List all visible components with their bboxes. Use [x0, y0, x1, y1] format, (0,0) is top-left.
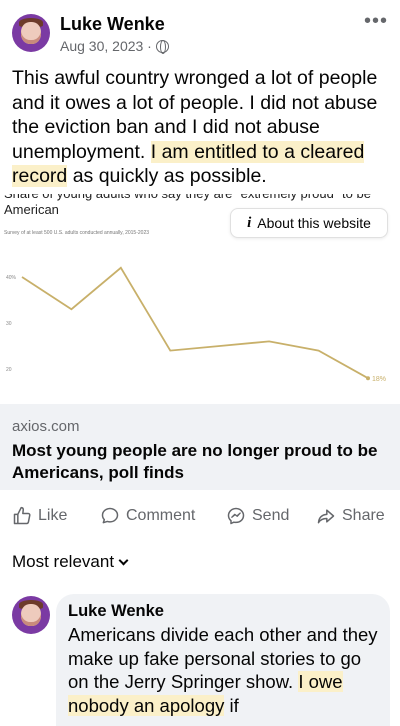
comment-button[interactable]: Comment: [100, 506, 195, 526]
comment-text-tail: if: [224, 694, 239, 716]
end-value-label: 18%: [372, 376, 386, 383]
comment-icon: [101, 507, 119, 524]
comment-author[interactable]: Luke Wenke: [68, 602, 378, 621]
comment-bubble: Luke Wenke Americans divide each other a…: [56, 594, 390, 726]
y-tick-label: 30: [6, 321, 12, 327]
avatar-face: [21, 22, 41, 44]
post-text-tail: as quickly as possible.: [67, 165, 267, 187]
series-line: [21, 266, 369, 379]
post-actions: Like Comment Send Share: [0, 496, 400, 536]
post-text: This awful country wronged a lot of peop…: [12, 66, 392, 189]
share-arrow-icon: [317, 509, 335, 524]
comment-text: Americans divide each other and they mak…: [68, 623, 378, 717]
like-button[interactable]: Like: [12, 506, 67, 526]
link-preview-image[interactable]: Share of young adults who say they are "…: [0, 194, 400, 404]
messenger-icon: [227, 507, 245, 525]
post-meta: Aug 30, 2023 ·: [60, 38, 169, 54]
commenter-avatar[interactable]: [12, 596, 50, 634]
send-button[interactable]: Send: [226, 506, 289, 526]
post-date[interactable]: Aug 30, 2023 ·: [60, 38, 152, 54]
info-icon: i: [247, 214, 252, 231]
end-point-marker: [366, 376, 370, 381]
like-label: Like: [38, 507, 68, 524]
author-name[interactable]: Luke Wenke: [60, 14, 165, 35]
thumbs-up-icon: [13, 506, 31, 525]
y-tick-label: 20: [6, 367, 12, 373]
link-domain: axios.com: [12, 418, 80, 435]
send-label: Send: [252, 507, 290, 524]
more-options-icon[interactable]: •••: [364, 10, 388, 33]
avatar-face: [21, 604, 41, 626]
sort-label: Most relevant: [12, 552, 115, 571]
post-header: Luke Wenke Aug 30, 2023 · •••: [12, 10, 388, 58]
chevron-down-icon: [118, 555, 129, 565]
author-avatar[interactable]: [12, 14, 50, 52]
comment-label: Comment: [126, 507, 196, 524]
about-website-button[interactable]: i About this website: [230, 208, 388, 238]
share-button[interactable]: Share: [316, 506, 385, 526]
link-title: Most young people are no longer proud to…: [12, 441, 378, 482]
y-tick-label: 40%: [6, 275, 17, 281]
share-label: Share: [342, 507, 385, 524]
comment-sort-dropdown[interactable]: Most relevant: [12, 552, 129, 572]
about-website-label: About this website: [257, 215, 371, 231]
link-card[interactable]: axios.com Most young people are no longe…: [0, 404, 400, 490]
globe-icon: [155, 39, 169, 54]
